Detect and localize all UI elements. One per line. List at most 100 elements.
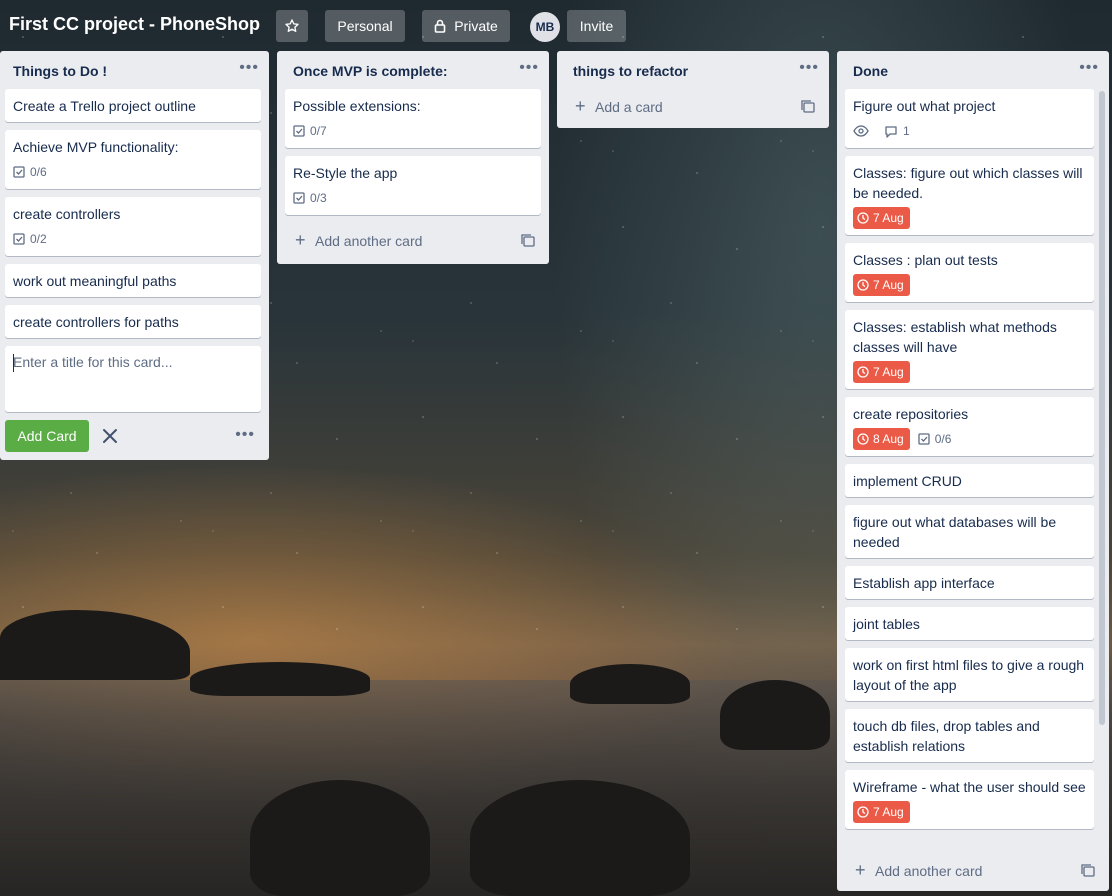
- card[interactable]: work out meaningful paths: [5, 264, 261, 297]
- card[interactable]: Classes: establish what methods classes …: [845, 310, 1094, 389]
- text-caret: [13, 354, 14, 372]
- list-done: Done ••• Figure out what project 1 Class…: [837, 51, 1109, 891]
- card[interactable]: Possible extensions: 0/7: [285, 89, 541, 148]
- clock-icon: [857, 366, 869, 378]
- card[interactable]: Wireframe - what the user should see 7 A…: [845, 770, 1094, 829]
- card[interactable]: create repositories 8 Aug 0/6: [845, 397, 1094, 456]
- list-title[interactable]: Once MVP is complete:: [293, 63, 448, 79]
- card[interactable]: Figure out what project 1: [845, 89, 1094, 148]
- list-menu-button[interactable]: •••: [239, 59, 259, 77]
- add-card-button[interactable]: Add Card: [5, 420, 89, 452]
- close-icon[interactable]: [100, 426, 120, 446]
- comment-count: 1: [903, 124, 910, 138]
- plus-icon: +: [575, 96, 586, 116]
- more-options-button[interactable]: •••: [235, 426, 255, 444]
- plus-icon: +: [295, 230, 306, 250]
- add-a-card-button[interactable]: + Add a card: [557, 89, 829, 125]
- card[interactable]: Create a Trello project outline: [5, 89, 261, 122]
- list-scrollbar[interactable]: [1099, 91, 1105, 725]
- invite-button[interactable]: Invite: [567, 10, 626, 42]
- add-card-label: Add another card: [315, 233, 423, 249]
- clock-icon: [857, 433, 869, 445]
- star-button[interactable]: [276, 10, 308, 42]
- star-icon: [285, 19, 299, 32]
- card[interactable]: Achieve MVP functionality: 0/6: [5, 130, 261, 189]
- due-date-badge[interactable]: 7 Aug: [853, 361, 910, 383]
- card-title: Re-Style the app: [293, 165, 398, 181]
- background-rock: [250, 780, 430, 896]
- workspace-button[interactable]: Personal: [325, 10, 405, 42]
- card-template-icon[interactable]: [521, 234, 535, 248]
- list-menu-button[interactable]: •••: [799, 59, 819, 77]
- card-template-icon[interactable]: [1081, 864, 1095, 878]
- checklist-icon: [918, 433, 930, 445]
- card-title: Possible extensions:: [293, 98, 421, 114]
- due-date-badge[interactable]: 7 Aug: [853, 274, 910, 296]
- card-title-placeholder: Enter a title for this card...: [13, 354, 173, 370]
- card-title-input[interactable]: Enter a title for this card...: [5, 346, 261, 412]
- card[interactable]: Classes: figure out which classes will b…: [845, 156, 1094, 235]
- board-title[interactable]: First CC project - PhoneShop: [9, 14, 260, 35]
- card-title: Classes: establish what methods classes …: [853, 319, 1057, 355]
- card[interactable]: Classes : plan out tests 7 Aug: [845, 243, 1094, 302]
- checklist-badge: 0/6: [918, 429, 952, 449]
- card-title: create repositories: [853, 406, 969, 422]
- card-title: Figure out what project: [853, 98, 996, 114]
- checklist-count: 0/6: [30, 165, 47, 179]
- card[interactable]: create controllers 0/2: [5, 197, 261, 256]
- card-title: Wireframe - what the user should see: [853, 779, 1086, 795]
- card-title: figure out what databases will be needed: [853, 514, 1057, 550]
- checklist-icon: [13, 166, 25, 178]
- comment-icon: [885, 125, 897, 138]
- list-title[interactable]: things to refactor: [573, 63, 688, 79]
- list-title[interactable]: Things to Do !: [13, 63, 107, 79]
- due-date-label: 7 Aug: [873, 211, 904, 225]
- checklist-icon: [293, 192, 305, 204]
- plus-icon: +: [855, 860, 866, 880]
- card-title: create controllers: [13, 206, 121, 222]
- checklist-count: 0/6: [934, 432, 952, 446]
- card-title: Achieve MVP functionality:: [13, 139, 179, 155]
- watching-badge: [853, 125, 874, 137]
- add-another-card-button[interactable]: + Add another card: [837, 853, 1109, 889]
- eye-icon: [853, 125, 869, 137]
- card[interactable]: work on first html files to give a rough…: [845, 648, 1094, 701]
- visibility-label: Private: [454, 18, 498, 34]
- card-title: work out meaningful paths: [13, 273, 177, 289]
- card-title: Create a Trello project outline: [13, 98, 196, 114]
- due-date-label: 7 Aug: [873, 365, 904, 379]
- visibility-button[interactable]: Private: [422, 10, 510, 42]
- card[interactable]: implement CRUD: [845, 464, 1094, 497]
- card[interactable]: create controllers for paths: [5, 305, 261, 338]
- list-menu-button[interactable]: •••: [1079, 59, 1099, 77]
- checklist-count: 0/2: [30, 232, 47, 246]
- background-rock: [470, 780, 690, 896]
- list-header: Done •••: [837, 51, 1109, 89]
- add-card-label: Add another card: [875, 863, 983, 879]
- card[interactable]: touch db files, drop tables and establis…: [845, 709, 1094, 762]
- card-title: Classes : plan out tests: [853, 252, 998, 268]
- due-date-badge[interactable]: 8 Aug: [853, 428, 910, 450]
- card-title: work on first html files to give a rough…: [853, 657, 1085, 693]
- checklist-count: 0/3: [310, 191, 327, 205]
- checklist-count: 0/7: [310, 124, 327, 138]
- checklist-icon: [293, 125, 305, 137]
- card[interactable]: joint tables: [845, 607, 1094, 640]
- card-template-icon[interactable]: [801, 100, 815, 114]
- add-another-card-button[interactable]: + Add another card: [277, 223, 549, 259]
- card[interactable]: figure out what databases will be needed: [845, 505, 1094, 558]
- card-title: joint tables: [853, 616, 920, 632]
- clock-icon: [857, 212, 869, 224]
- list-menu-button[interactable]: •••: [519, 59, 539, 77]
- checklist-badge: 0/6: [13, 162, 47, 182]
- card[interactable]: Establish app interface: [845, 566, 1094, 599]
- invite-label: Invite: [579, 18, 614, 34]
- due-date-badge[interactable]: 7 Aug: [853, 207, 910, 229]
- due-date-badge[interactable]: 7 Aug: [853, 801, 910, 823]
- composer-controls: Add Card •••: [5, 420, 261, 462]
- list-title[interactable]: Done: [853, 63, 888, 79]
- due-date-label: 8 Aug: [873, 432, 904, 446]
- avatar[interactable]: MB: [530, 12, 560, 42]
- card[interactable]: Re-Style the app 0/3: [285, 156, 541, 215]
- list-once-mvp-complete: Once MVP is complete: ••• Possible exten…: [277, 51, 549, 264]
